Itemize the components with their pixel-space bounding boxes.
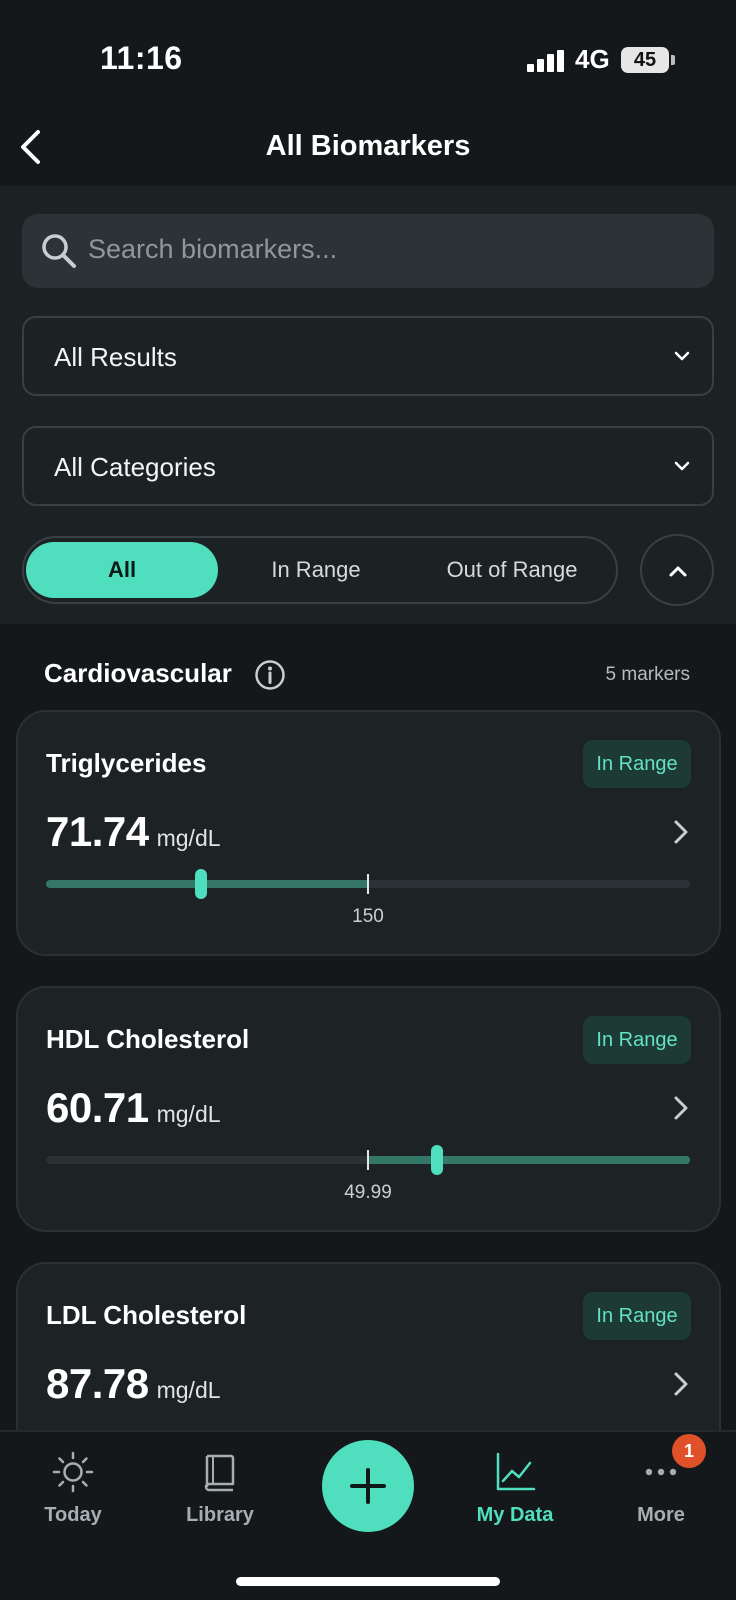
reference-label: 49.99: [344, 1182, 392, 1203]
network-type: 4G: [575, 44, 610, 74]
nav-more[interactable]: More: [601, 1450, 721, 1527]
status-bar: 11:16 4G 45: [0, 0, 736, 118]
biomarker-value: 87.78 mg/dL: [46, 1360, 221, 1407]
categories-filter-value: All Categories: [54, 452, 216, 482]
page-title: All Biomarkers: [265, 130, 471, 162]
nav-more-label: More: [637, 1504, 685, 1526]
notification-badge: 1: [672, 1434, 706, 1468]
categories-filter-dropdown[interactable]: All Categories: [22, 426, 714, 506]
range-bar: [46, 869, 690, 899]
signal-icon: [527, 50, 565, 72]
in-range-fill: [46, 880, 368, 888]
nav-library[interactable]: Library: [160, 1450, 280, 1527]
battery-icon: 45: [621, 47, 675, 73]
search-placeholder: Search biomarkers...: [88, 234, 338, 264]
biomarker-value: 71.74 mg/dL: [46, 808, 221, 855]
reference-label: 150: [352, 906, 384, 927]
biomarker-name: LDL Cholesterol: [46, 1300, 247, 1330]
segment-in-range[interactable]: In Range: [220, 542, 412, 598]
chevron-right-icon: [674, 1372, 688, 1396]
filter-panel: Search biomarkers... All Results All Cat…: [0, 186, 736, 624]
nav-today[interactable]: Today: [13, 1450, 133, 1527]
nav-library-label: Library: [186, 1504, 254, 1526]
value-indicator: [194, 869, 207, 899]
collapse-filters-button[interactable]: [640, 534, 714, 606]
section-title: Cardiovascular: [44, 658, 232, 688]
top-bar: All Biomarkers: [0, 118, 736, 186]
nav-my-data[interactable]: My Data: [455, 1450, 575, 1527]
search-icon: [42, 234, 76, 268]
book-icon: [204, 1454, 235, 1492]
marker-count: 5 markers: [605, 664, 690, 685]
nav-my-data-label: My Data: [476, 1504, 554, 1526]
segment-out-of-range[interactable]: Out of Range: [414, 542, 610, 598]
biomarker-name: Triglycerides: [46, 748, 207, 778]
chevron-down-icon: [674, 351, 690, 361]
chart-line-icon: [496, 1452, 536, 1491]
biomarker-unit: mg/dL: [156, 825, 221, 851]
sun-icon: [52, 1451, 94, 1493]
home-indicator: [236, 1577, 500, 1586]
segment-all[interactable]: All: [26, 542, 218, 598]
range-segmented-control: All In Range Out of Range: [22, 536, 618, 604]
biomarker-name: HDL Cholesterol: [46, 1024, 250, 1054]
status-time: 11:16: [100, 40, 183, 76]
range-bar: [46, 1145, 690, 1175]
bottom-nav: Today Library My Data More 1: [0, 1430, 736, 1600]
chevron-right-icon: [674, 1096, 688, 1120]
results-filter-dropdown[interactable]: All Results: [22, 316, 714, 396]
reference-tick: [367, 874, 369, 894]
in-range-fill: [368, 1156, 690, 1164]
chevron-up-icon: [669, 566, 687, 577]
plus-icon: [350, 1468, 386, 1504]
status-badge: In Range: [583, 740, 691, 788]
chevron-down-icon: [674, 461, 690, 471]
chevron-right-icon: [674, 820, 688, 844]
biomarker-unit: mg/dL: [156, 1101, 221, 1127]
status-badge: In Range: [583, 1016, 691, 1064]
search-input[interactable]: Search biomarkers...: [22, 214, 714, 288]
biomarker-card-hdl-cholesterol[interactable]: HDL Cholesterol In Range 60.71 mg/dL 49.9…: [16, 986, 721, 1232]
biomarker-value: 60.71 mg/dL: [46, 1084, 221, 1131]
reference-tick: [367, 1150, 369, 1170]
info-icon[interactable]: [254, 659, 286, 691]
status-badge: In Range: [583, 1292, 691, 1340]
biomarker-unit: mg/dL: [156, 1377, 221, 1403]
results-filter-value: All Results: [54, 342, 177, 372]
nav-today-label: Today: [44, 1504, 102, 1526]
add-button[interactable]: [322, 1440, 414, 1532]
biomarker-card-triglycerides[interactable]: Triglycerides In Range 71.74 mg/dL 150: [16, 710, 721, 956]
value-indicator: [430, 1145, 443, 1175]
